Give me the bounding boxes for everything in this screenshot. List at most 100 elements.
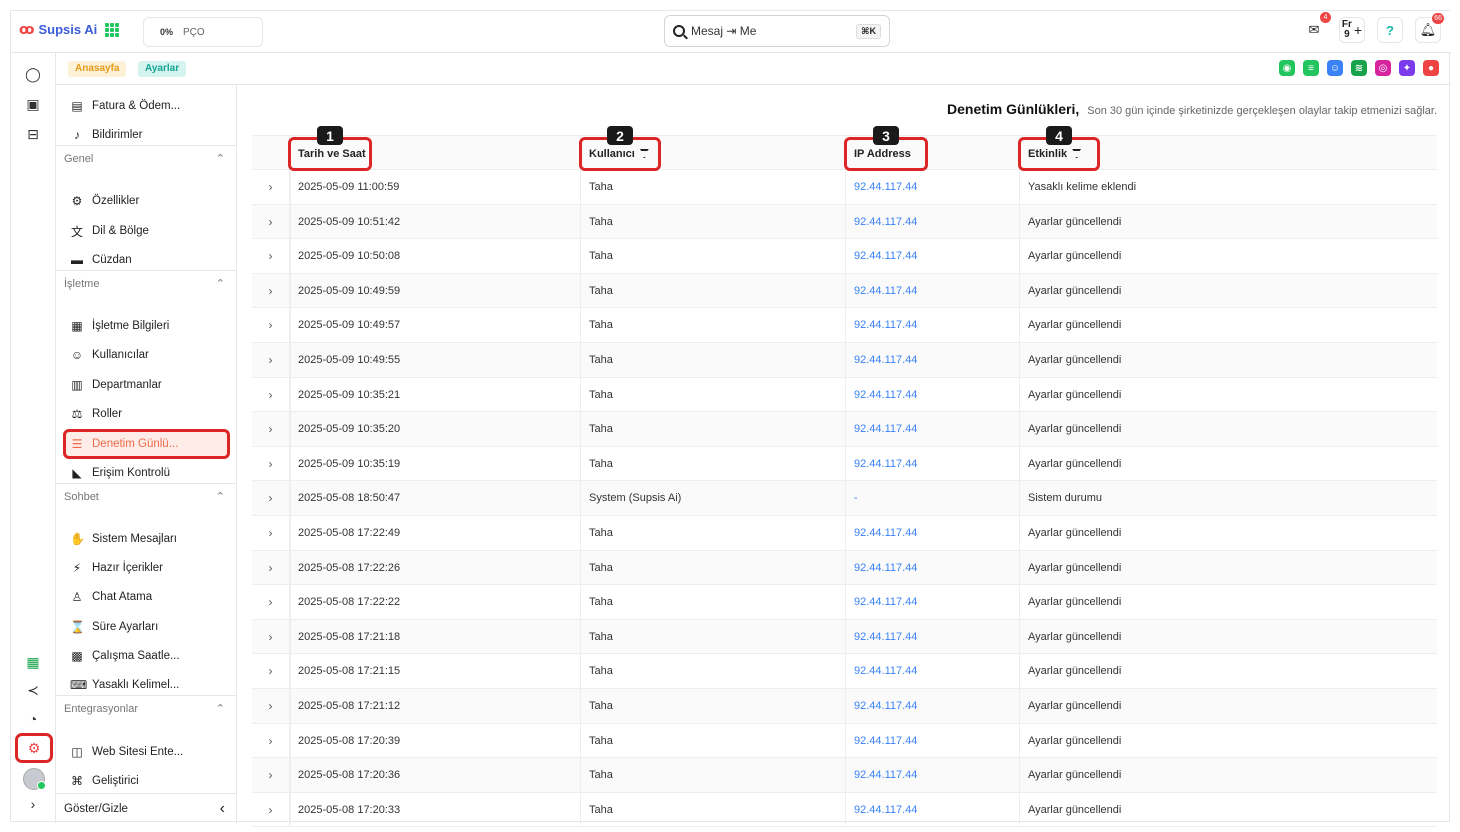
sidebar-section-0[interactable]: Genel ⌃ [56, 145, 236, 171]
cell-ip-address[interactable]: 92.44.117.44 [854, 585, 917, 619]
cell-ip-address[interactable]: 92.44.117.44 [854, 689, 917, 723]
wifi-icon[interactable]: ≋ [1351, 60, 1367, 76]
bot-icon[interactable]: ◉ [1279, 60, 1295, 76]
sidebar-item-keyboard[interactable]: ⌨ Yasaklı Kelimel... [70, 674, 179, 696]
expand-row-chevron-icon[interactable]: › [252, 342, 290, 377]
sidebar-item-bolt[interactable]: ⚡ Hazır İçerikler [70, 557, 163, 579]
cell-ip-address[interactable]: 92.44.117.44 [854, 170, 917, 204]
expand-row-chevron-icon[interactable]: › [252, 654, 290, 689]
expand-row-chevron-icon[interactable]: › [252, 515, 290, 550]
cell-ip-address[interactable]: 92.44.117.44 [854, 412, 917, 446]
sidebar-item-developer[interactable]: ⌘ Geliştirici [70, 770, 139, 792]
cell-activity: Ayarlar güncellendi [1028, 665, 1122, 678]
settings-gear-icon[interactable]: ⚙ [15, 733, 53, 763]
list-icon[interactable]: ≡ [1303, 60, 1319, 76]
expand-row-chevron-icon[interactable]: › [252, 723, 290, 758]
hourglass-icon: ⌛ [70, 620, 85, 634]
callout-marker: 1 [317, 126, 343, 145]
sidebar-item-system-messages[interactable]: ✋ Sistem Mesajları [70, 528, 177, 550]
cell-user: Taha [589, 284, 613, 297]
expand-row-chevron-icon[interactable]: › [252, 204, 290, 239]
contacts-icon[interactable]: ▣ [24, 95, 42, 113]
sidebar-item-building[interactable]: ▦ İşletme Bilgileri [70, 315, 169, 337]
sidebar-section-1[interactable]: İşletme ⌃ [56, 270, 236, 296]
sidebar-item-departments[interactable]: ▥ Departmanlar [70, 374, 161, 396]
expand-row-chevron-icon[interactable]: › [252, 550, 290, 585]
sidebar-section-2[interactable]: Sohbet ⌃ [56, 483, 236, 509]
expand-row-chevron-icon[interactable]: › [252, 585, 290, 620]
cell-ip-address[interactable]: 92.44.117.44 [854, 378, 917, 412]
expand-row-chevron-icon[interactable]: › [252, 273, 290, 308]
expand-row-chevron-icon[interactable]: › [252, 446, 290, 481]
mail-button[interactable]: ✉ 4 [1301, 12, 1331, 43]
other-channel-icon[interactable]: ● [1423, 60, 1439, 76]
cell-ip-address[interactable]: 92.44.117.44 [854, 239, 917, 273]
column-header-0[interactable]: 1 Tarih ve Saat [288, 126, 372, 171]
expand-row-chevron-icon[interactable]: › [252, 792, 290, 827]
pco-indicator[interactable]: 0% PÇO [143, 17, 263, 47]
messenger-icon[interactable]: ✦ [1399, 60, 1415, 76]
sidebar-item-calendar[interactable]: ▩ Çalışma Saatle... [70, 645, 179, 667]
cell-ip-address[interactable]: 92.44.117.44 [854, 620, 917, 654]
language-button[interactable]: Fr 9 + [1339, 17, 1365, 43]
search-input[interactable] [691, 24, 851, 38]
expand-row-chevron-icon[interactable]: › [252, 412, 290, 447]
avatar[interactable] [23, 768, 46, 790]
sidebar-toggle[interactable]: Göster/Gizle ‹ [56, 793, 236, 823]
cell-ip-address[interactable]: 92.44.117.44 [854, 654, 917, 688]
breadcrumb-current[interactable]: Ayarlar [138, 61, 187, 77]
cell-ip-address[interactable]: 92.44.117.44 [854, 551, 917, 585]
cell-ip-address[interactable]: 92.44.117.44 [854, 343, 917, 377]
cell-ip-address[interactable]: 92.44.117.44 [854, 447, 917, 481]
cell-ip-address[interactable]: 92.44.117.44 [854, 758, 917, 792]
cell-ip-address[interactable]: 92.44.117.44 [854, 793, 917, 827]
sidebar-item-billing[interactable]: ▤ Fatura & Ödem... [70, 95, 180, 117]
sidebar-item-assign[interactable]: ♙ Chat Atama [70, 586, 152, 608]
chat-icon[interactable]: ◯ [24, 65, 42, 83]
column-header-2[interactable]: 3 IP Address [844, 126, 928, 171]
cell-ip-address[interactable]: 92.44.117.44 [854, 274, 917, 308]
apps-grid-icon[interactable] [105, 23, 119, 37]
cell-ip-address[interactable]: 92.44.117.44 [854, 516, 917, 550]
share-icon[interactable]: ≺ [24, 681, 42, 699]
expand-rail-icon[interactable]: › [24, 795, 42, 813]
sidebar-item-hourglass[interactable]: ⌛ Süre Ayarları [70, 616, 158, 638]
dashboard-icon[interactable]: ▦ [24, 653, 42, 671]
sidebar-item-roles[interactable]: ⚖ Roller [70, 403, 122, 425]
expand-row-chevron-icon[interactable]: › [252, 619, 290, 654]
sidebar-toggle-label: Göster/Gizle [64, 802, 128, 815]
sidebar-item-gear[interactable]: ⚙ Özellikler [70, 190, 140, 212]
instagram-icon[interactable]: ◎ [1375, 60, 1391, 76]
cell-ip-address[interactable]: - [854, 481, 858, 515]
expand-row-chevron-icon[interactable]: › [252, 170, 290, 204]
expand-row-chevron-icon[interactable]: › [252, 758, 290, 793]
sidebar-item-audit-list[interactable]: ☰ Denetim Günlü... [63, 429, 230, 459]
sidebar-item-bell[interactable]: ♪ Bildirimler [70, 124, 142, 146]
sidebar-item-users[interactable]: ☺ Kullanıcılar [70, 344, 149, 366]
cell-activity: Ayarlar güncellendi [1028, 284, 1122, 297]
sidebar-item-access-control[interactable]: ◣ Erişim Kontrolü [70, 462, 170, 484]
expand-row-chevron-icon[interactable]: › [252, 239, 290, 274]
cell-ip-address[interactable]: 92.44.117.44 [854, 205, 917, 239]
sidebar-item-translate[interactable]: 文 Dil & Bölge [70, 220, 149, 242]
reports-icon[interactable]: ◔ [24, 710, 42, 728]
column-header-1[interactable]: 2 Kullanıcı [579, 126, 661, 171]
sidebar-section-3[interactable]: Entegrasyonlar ⌃ [56, 695, 236, 721]
expand-row-chevron-icon[interactable]: › [252, 481, 290, 516]
breadcrumb-home[interactable]: Anasayfa [68, 61, 127, 77]
sidebar-item-wallet[interactable]: ▬ Cüzdan [70, 249, 132, 271]
help-button[interactable]: ? [1377, 17, 1403, 43]
inbox-icon[interactable]: ⊟ [24, 125, 42, 143]
cell-datetime: 2025-05-08 17:21:12 [298, 699, 401, 712]
notifications-button[interactable]: 🔔︎ 66 [1415, 13, 1444, 43]
expand-row-chevron-icon[interactable]: › [252, 377, 290, 412]
expand-row-chevron-icon[interactable]: › [252, 688, 290, 723]
cell-ip-address[interactable]: 92.44.117.44 [854, 724, 917, 758]
cell-ip-address[interactable]: 92.44.117.44 [854, 308, 917, 342]
global-search[interactable]: ⌘K [664, 15, 890, 47]
column-header-3[interactable]: 4 Etkinlik [1018, 126, 1100, 171]
expand-row-chevron-icon[interactable]: › [252, 308, 290, 343]
sidebar-item-web-embed[interactable]: ◫ Web Sitesi Ente... [70, 741, 183, 763]
app-logo[interactable]: ꝏ Supsis Ai [19, 21, 97, 38]
users-icon[interactable]: ☺ [1327, 60, 1343, 76]
